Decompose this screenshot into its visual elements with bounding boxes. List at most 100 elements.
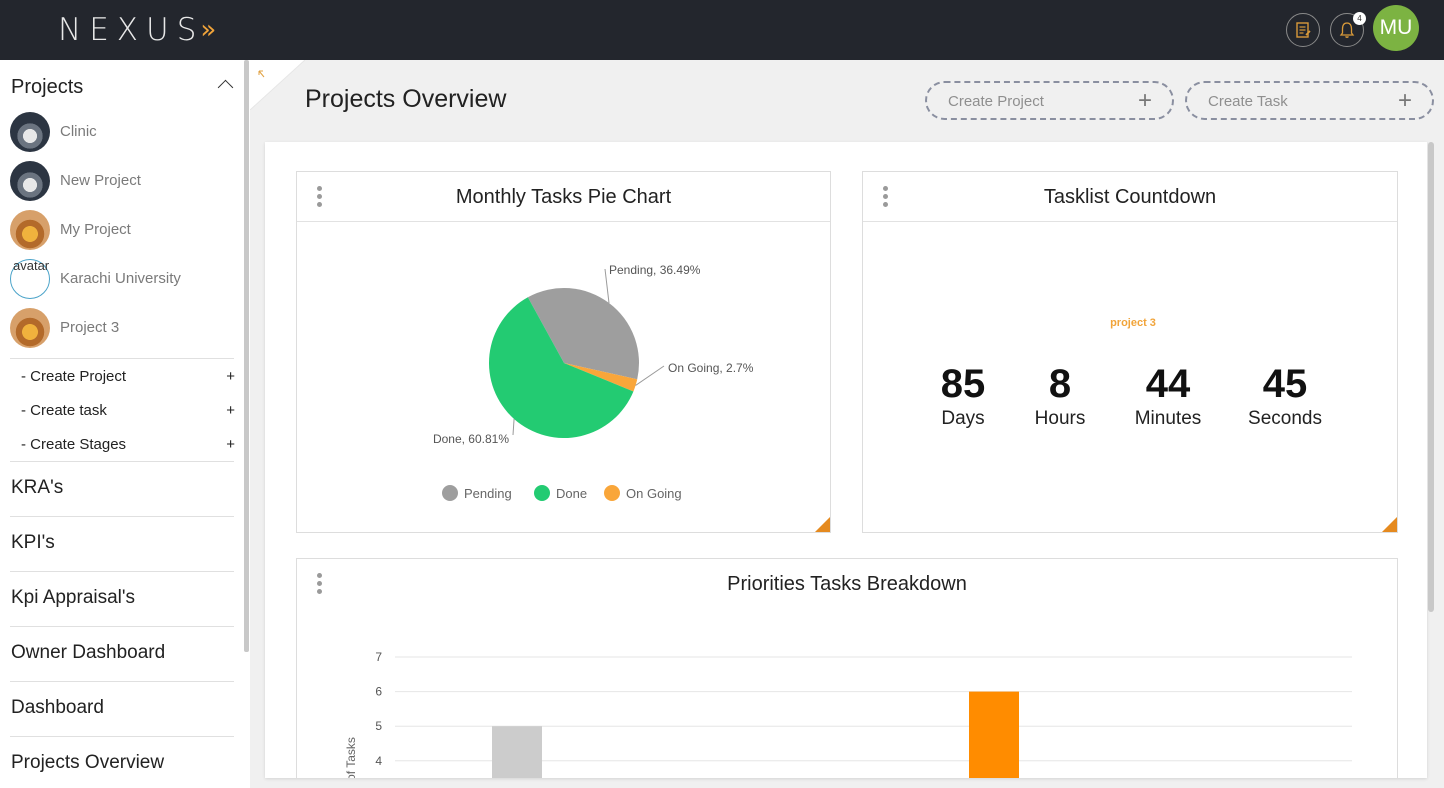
project-avatar [10, 112, 50, 152]
menu-item-kpis[interactable]: KPI's [11, 532, 55, 554]
legend-marker[interactable] [442, 485, 458, 501]
card-header: Tasklist Countdown [863, 172, 1397, 222]
legend-marker[interactable] [604, 485, 620, 501]
countdown-value: 45 [1262, 362, 1308, 406]
menu-item-owner-dashboard[interactable]: Owner Dashboard [11, 642, 165, 664]
resize-corner[interactable] [815, 517, 830, 532]
notification-badge: 4 [1353, 12, 1366, 25]
logo-chevrons-icon: » [200, 15, 216, 45]
countdown-label: Minutes [1134, 408, 1202, 429]
pie-chart: Pending, 36.49% On Going, 2.7% Done, 60.81… [433, 263, 754, 501]
top-bar: NEXUS » 4 MU [0, 0, 1444, 60]
divider [10, 626, 234, 627]
main-scrollbar[interactable] [1428, 142, 1434, 612]
sidebar: Projects Clinic New Project My Project a… [0, 60, 250, 788]
page-title: Projects Overview [305, 85, 507, 113]
project-avatar [10, 210, 50, 250]
notes-icon [1296, 22, 1311, 38]
legend-label[interactable]: Done [556, 486, 587, 501]
plus-icon: + [226, 402, 235, 419]
project-item-project-3[interactable]: Project 3 [10, 308, 240, 348]
plus-icon: + [226, 368, 235, 385]
countdown-value: 44 [1145, 362, 1191, 406]
notes-button[interactable] [1286, 13, 1320, 47]
plus-icon: + [1137, 87, 1152, 114]
pie-data-label: On Going, 2.7% [668, 361, 754, 375]
divider [10, 516, 234, 517]
divider [10, 461, 234, 462]
divider [10, 736, 234, 737]
divider [10, 358, 234, 359]
card-title: Tasklist Countdown [1043, 186, 1217, 208]
countdown-value: 8 [1048, 362, 1072, 406]
divider [10, 571, 234, 572]
create-project-button[interactable]: Create Project + [925, 81, 1174, 120]
sidebar-scrollbar[interactable] [244, 60, 249, 652]
project-item-my-project[interactable]: My Project [10, 210, 240, 250]
project-item-karachi-university[interactable]: avatar Karachi University [10, 258, 240, 299]
user-avatar[interactable]: MU [1373, 5, 1419, 51]
pie-chart-card: Monthly Tasks Pie Chart Pending, 36.49% O… [296, 171, 831, 533]
card-header: Monthly Tasks Pie Chart [297, 172, 830, 222]
project-item-new-project[interactable]: New Project [10, 161, 240, 201]
bar[interactable] [969, 691, 1019, 778]
pie-data-label: Done, 60.81% [433, 432, 509, 446]
project-avatar-broken: avatar [10, 258, 50, 299]
project-name: Karachi University [60, 270, 181, 287]
countdown-seconds: 45 Seconds [1235, 362, 1335, 430]
broken-image-alt: avatar [13, 258, 50, 273]
bar[interactable] [492, 726, 542, 778]
plus-icon: + [226, 436, 235, 453]
y-tick-label: 7 [375, 650, 382, 664]
chevron-up-icon[interactable] [217, 79, 234, 96]
collapse-sidebar-icon[interactable] [250, 60, 305, 110]
y-tick-label: 6 [375, 685, 382, 699]
pie-label-connector [635, 365, 665, 386]
create-project-button-label: Create Project [948, 93, 1044, 110]
create-stages-label: - Create Stages [21, 436, 127, 453]
resize-corner[interactable] [1382, 517, 1397, 532]
menu-item-dashboard[interactable]: Dashboard [11, 697, 104, 719]
pie-data-label: Pending, 36.49% [609, 263, 701, 277]
project-name: Clinic [60, 123, 97, 140]
bell-icon [1339, 22, 1355, 38]
countdown-label: Hours [1034, 408, 1086, 429]
legend-label[interactable]: On Going [626, 486, 682, 501]
countdown-days: 85 Days [923, 362, 1003, 430]
project-name: Project 3 [60, 319, 120, 336]
menu-item-kras[interactable]: KRA's [11, 477, 63, 499]
countdown-card: Tasklist Countdown project 3 85 Days 8 H… [862, 171, 1398, 533]
countdown-label: Days [941, 408, 985, 429]
plus-icon: + [1397, 87, 1412, 114]
create-project-label: - Create Project [21, 368, 127, 385]
y-axis-label: of Tasks [344, 737, 358, 778]
countdown-minutes: 44 Minutes [1118, 362, 1218, 430]
create-task-link[interactable]: - Create task + [21, 402, 235, 419]
legend-marker[interactable] [534, 485, 550, 501]
create-project-link[interactable]: - Create Project + [21, 368, 235, 385]
create-stages-link[interactable]: - Create Stages + [21, 436, 235, 453]
countdown-hours: 8 Hours [1020, 362, 1100, 430]
projects-heading[interactable]: Projects [11, 76, 83, 99]
menu-item-projects-overview[interactable]: Projects Overview [11, 752, 164, 774]
card-title: Priorities Tasks Breakdown [727, 573, 967, 595]
menu-item-kpi-appraisals[interactable]: Kpi Appraisal's [11, 587, 135, 609]
card-title: Monthly Tasks Pie Chart [455, 186, 672, 208]
countdown-project-name: project 3 [1110, 317, 1156, 329]
countdown-value: 85 [940, 362, 986, 406]
logo[interactable]: NEXUS » [58, 12, 216, 48]
y-tick-label: 5 [375, 719, 382, 733]
project-avatar [10, 161, 50, 201]
bar-chart: 4 5 6 7 of Tasks [344, 650, 1352, 778]
project-name: My Project [60, 221, 131, 238]
create-task-label: - Create task [21, 402, 107, 419]
create-task-button[interactable]: Create Task + [1185, 81, 1434, 120]
project-name: New Project [60, 172, 141, 189]
countdown-label: Seconds [1248, 408, 1322, 429]
pie-label-connector [512, 418, 515, 436]
y-tick-label: 4 [375, 754, 382, 768]
project-avatar [10, 308, 50, 348]
logo-text: NEXUS [58, 12, 205, 48]
legend-label[interactable]: Pending [464, 486, 512, 501]
project-item-clinic[interactable]: Clinic [10, 112, 240, 152]
